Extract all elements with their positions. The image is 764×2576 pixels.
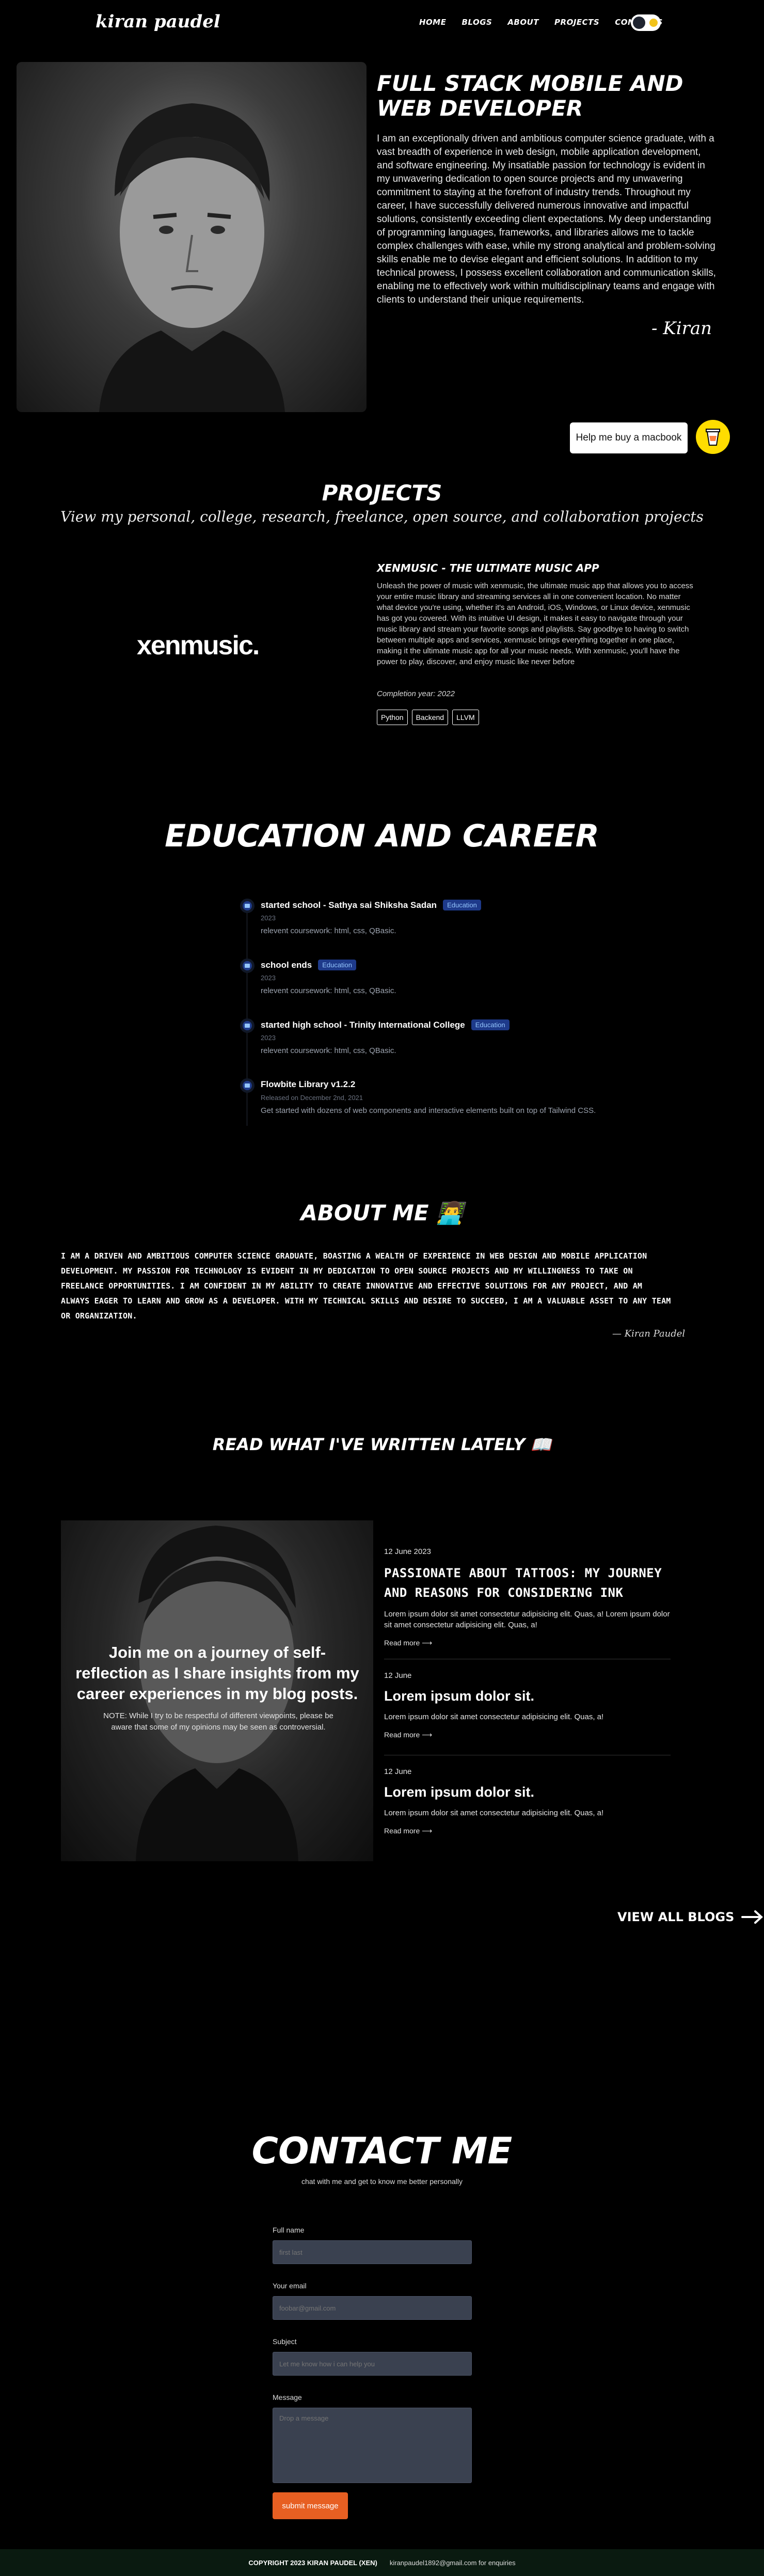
about-body: I am a driven and ambitious computer sci…	[61, 1251, 671, 1321]
education-title: EDUCATION AND CAREER	[165, 818, 599, 854]
timeline-badge: Education	[471, 1019, 510, 1030]
nav-link-blogs[interactable]: BLOGS	[461, 18, 492, 27]
email-label: Your email	[273, 2282, 307, 2290]
nav-link-home[interactable]: HOME	[419, 18, 446, 27]
post-excerpt: Lorem ipsum dolor sit amet consectetur a…	[384, 1713, 604, 1721]
tag-llvm[interactable]: LLVM	[452, 710, 479, 725]
hero-signature: - Kiran	[651, 318, 712, 339]
subject-field[interactable]	[273, 2352, 472, 2376]
calendar-icon	[240, 959, 254, 973]
projects-subtitle: View my personal, college, research, fre…	[60, 508, 704, 525]
nav-link-projects[interactable]: PROJECTS	[554, 18, 599, 27]
buy-me-coffee-button[interactable]	[696, 420, 730, 454]
footer-email[interactable]: kiranpaudel1892@gmail.com for enquiries	[390, 2559, 516, 2567]
timeline-date: 2023	[261, 974, 276, 982]
blog-post: 12 June 2023 PASSIONATE ABOUT TATTOOS: M…	[384, 1547, 671, 1647]
calendar-icon	[240, 1018, 254, 1033]
message-label: Message	[273, 2393, 302, 2401]
timeline-text: relevent coursework: html, css, QBasic.	[261, 986, 396, 995]
post-date: 12 June	[384, 1767, 412, 1776]
post-title[interactable]: Lorem ipsum dolor sit.	[384, 1783, 671, 1801]
project-name[interactable]: XENMUSIC - THE ULTIMATE MUSIC APP	[377, 562, 599, 574]
timeline-date: 2023	[261, 914, 276, 922]
hero-title: FULL STACK MOBILE AND WEB DEVELOPER	[377, 71, 683, 121]
toggle-knob	[633, 17, 645, 29]
calendar-icon	[240, 899, 254, 913]
email-field[interactable]	[273, 2296, 472, 2320]
timeline-item-title: school ends	[261, 960, 312, 970]
full-name-label: Full name	[273, 2226, 305, 2234]
timeline-text: relevent coursework: html, css, QBasic.	[261, 1046, 396, 1055]
about-title: ABOUT ME 👨‍💻	[300, 1200, 464, 1226]
projects-title: PROJECTS	[322, 480, 442, 506]
tag-python[interactable]: Python	[377, 710, 408, 725]
navbar: kiran paudel HOME BLOGS ABOUT PROJECTS C…	[0, 0, 764, 45]
timeline-date: Released on December 2nd, 2021	[261, 1094, 363, 1102]
view-all-label: VIEW ALL BLOGS	[617, 1910, 735, 1924]
subject-label: Subject	[273, 2337, 297, 2346]
blog-post: 12 June Lorem ipsum dolor sit. Lorem ips…	[384, 1671, 671, 1739]
project-tags: Python Backend LLVM	[377, 710, 479, 725]
nav-links: HOME BLOGS ABOUT PROJECTS CONTACTS	[419, 18, 663, 27]
view-all-blogs-link[interactable]: VIEW ALL BLOGS	[617, 1910, 763, 1924]
portrait-illustration	[99, 103, 285, 412]
timeline-badge: Education	[318, 960, 357, 970]
footer-copyright: COPYRIGHT 2023 KIRAN PAUDEL (XEN)	[248, 2558, 377, 2567]
post-excerpt: Lorem ipsum dolor sit amet consectetur a…	[384, 1610, 670, 1629]
timeline-badge: Education	[443, 900, 481, 910]
hero-portrait	[17, 62, 367, 412]
post-excerpt: Lorem ipsum dolor sit amet consectetur a…	[384, 1809, 604, 1817]
tag-backend[interactable]: Backend	[411, 710, 449, 725]
read-more-label: Read more	[384, 1639, 420, 1647]
post-date: 12 June 2023	[384, 1547, 431, 1556]
timeline-item-title: started high school - Trinity Internatio…	[261, 1019, 465, 1030]
moon-icon	[649, 19, 658, 27]
project-description: Unleash the power of music with xenmusic…	[377, 582, 693, 666]
message-field[interactable]	[273, 2408, 472, 2483]
site-logo[interactable]: kiran paudel	[95, 11, 220, 32]
arrow-right-icon: ⟶	[422, 1639, 433, 1647]
submit-message-button[interactable]: submit message	[273, 2492, 348, 2519]
contact-form: Full name Your email Subject Message	[273, 2226, 472, 2483]
arrow-right-icon: ⟶	[422, 1731, 433, 1739]
education-timeline: started school - Sathya sai Shiksha Sada…	[240, 899, 608, 1126]
arrow-right-icon: ⟶	[422, 1827, 433, 1835]
timeline-text: relevent coursework: html, css, QBasic.	[261, 926, 396, 935]
read-more-link[interactable]: Read more ⟶	[384, 1639, 671, 1647]
full-name-field[interactable]	[273, 2240, 472, 2264]
contact-title: CONTACT ME	[251, 2130, 513, 2172]
post-title[interactable]: PASSIONATE ABOUT TATTOOS: MY JOURNEY AND…	[384, 1563, 671, 1603]
coffee-tooltip: Help me buy a macbook	[570, 422, 688, 453]
blog-feature-title: Join me on a journey of self-reflection …	[75, 1643, 359, 1703]
coffee-cup-icon	[706, 429, 720, 446]
nav-link-about[interactable]: ABOUT	[507, 18, 539, 27]
post-title[interactable]: Lorem ipsum dolor sit.	[384, 1687, 671, 1705]
project-year: Completion year: 2022	[377, 689, 455, 698]
about-signature: — Kiran Paudel	[612, 1328, 686, 1339]
timeline-item-title: Flowbite Library v1.2.2	[261, 1079, 356, 1089]
read-more-label: Read more	[384, 1827, 420, 1835]
blog-feature-note: NOTE: While I try to be respectful of di…	[103, 1711, 333, 1732]
contact-subtitle: chat with me and get to know me better p…	[301, 2177, 463, 2186]
read-more-link[interactable]: Read more ⟶	[384, 1827, 671, 1835]
post-date: 12 June	[384, 1671, 412, 1680]
blogs-title: READ WHAT I'VE WRITTEN LATELY 📖	[212, 1435, 552, 1454]
project-logo: xenmusic.	[137, 631, 260, 661]
blog-feature-card[interactable]: Join me on a journey of self-reflection …	[61, 1520, 373, 1861]
timeline-date: 2023	[261, 1034, 276, 1042]
blog-post: 12 June Lorem ipsum dolor sit. Lorem ips…	[384, 1767, 671, 1835]
read-more-link[interactable]: Read more ⟶	[384, 1731, 671, 1739]
calendar-icon	[240, 1078, 254, 1093]
footer: COPYRIGHT 2023 KIRAN PAUDEL (XEN) kiranp…	[0, 2549, 764, 2576]
read-more-label: Read more	[384, 1731, 420, 1739]
timeline-text: Get started with dozens of web component…	[261, 1106, 596, 1115]
timeline-item-title: started school - Sathya sai Shiksha Sada…	[261, 900, 437, 910]
theme-toggle[interactable]	[631, 14, 661, 31]
arrow-right-icon	[741, 1910, 763, 1924]
hero-bio: I am an exceptionally driven and ambitio…	[377, 133, 716, 305]
